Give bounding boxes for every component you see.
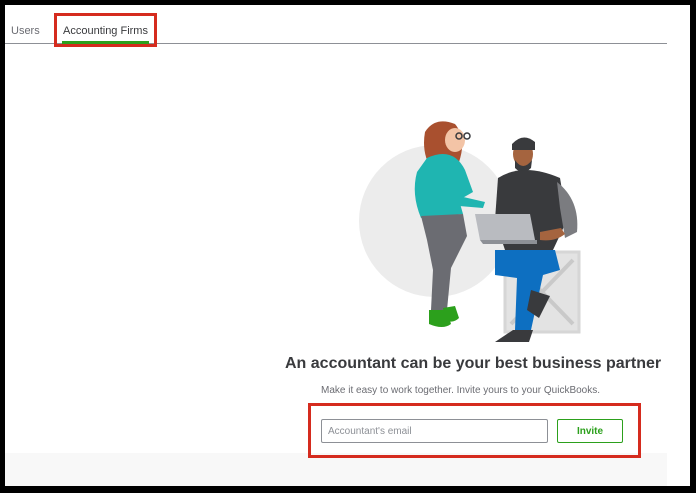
subtext: Make it easy to work together. Invite yo… bbox=[321, 385, 601, 396]
tab-users[interactable]: Users bbox=[11, 5, 40, 43]
accountant-illustration bbox=[359, 121, 581, 342]
accounting-firms-page: Users Accounting Firms An accountant can… bbox=[5, 5, 690, 486]
invite-highlight-box bbox=[308, 403, 641, 458]
headline: An accountant can be your best business … bbox=[285, 355, 662, 372]
tab-highlight-box bbox=[54, 13, 157, 47]
